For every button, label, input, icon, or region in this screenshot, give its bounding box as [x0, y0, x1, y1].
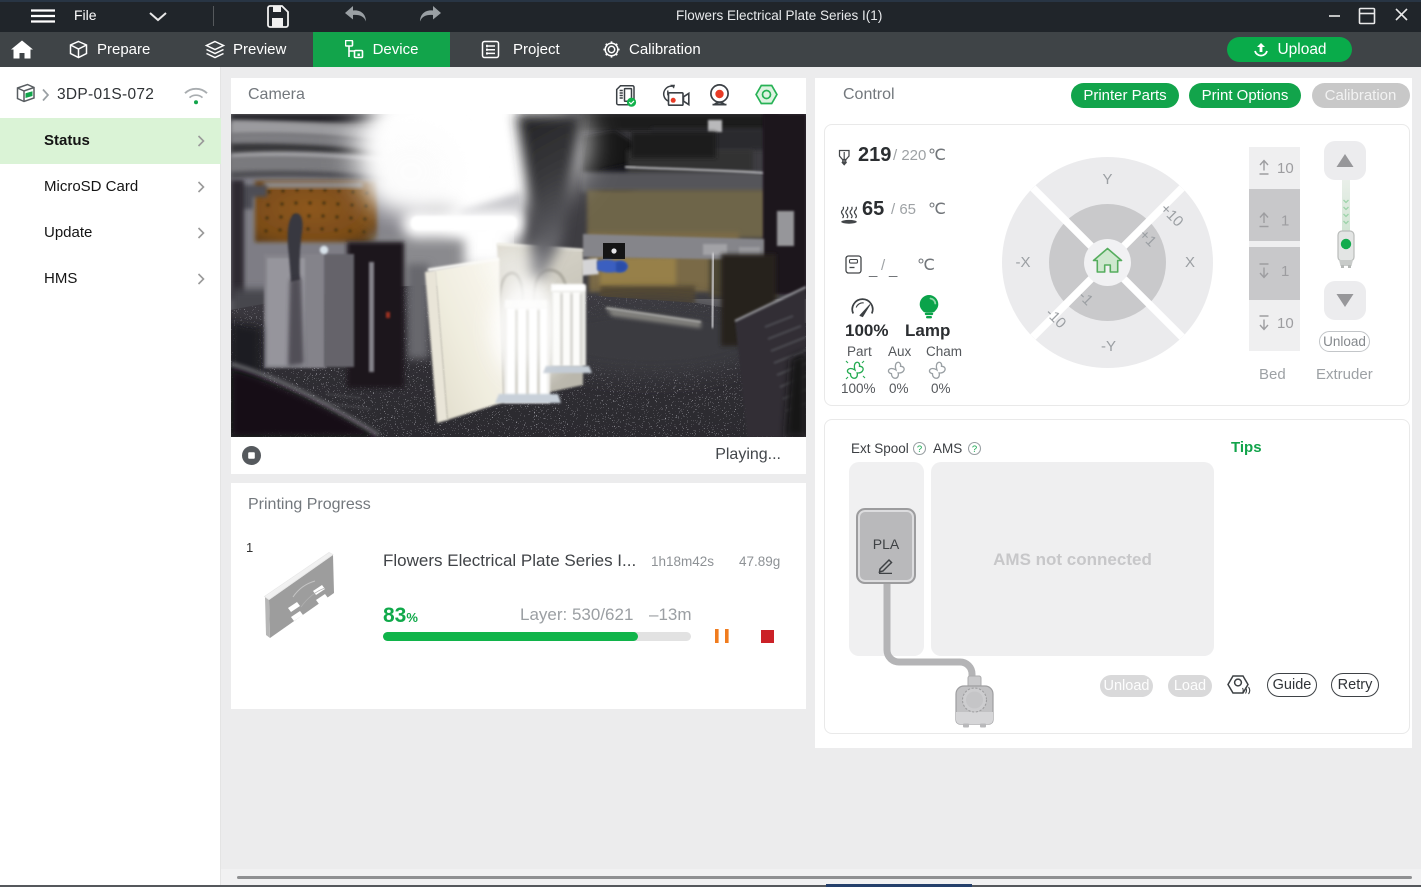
svg-text:X: X: [1185, 254, 1195, 271]
svg-text:10: 10: [1277, 160, 1294, 177]
svg-text:-X: -X: [1016, 254, 1031, 271]
svg-text:Y: Y: [1102, 171, 1112, 188]
svg-text:?: ?: [917, 444, 922, 455]
svg-text:10: 10: [1277, 315, 1294, 332]
svg-text:?: ?: [972, 444, 977, 455]
svg-text:1: 1: [1281, 263, 1289, 280]
svg-text:1: 1: [1281, 213, 1289, 230]
svg-text:-Y: -Y: [1101, 338, 1116, 355]
